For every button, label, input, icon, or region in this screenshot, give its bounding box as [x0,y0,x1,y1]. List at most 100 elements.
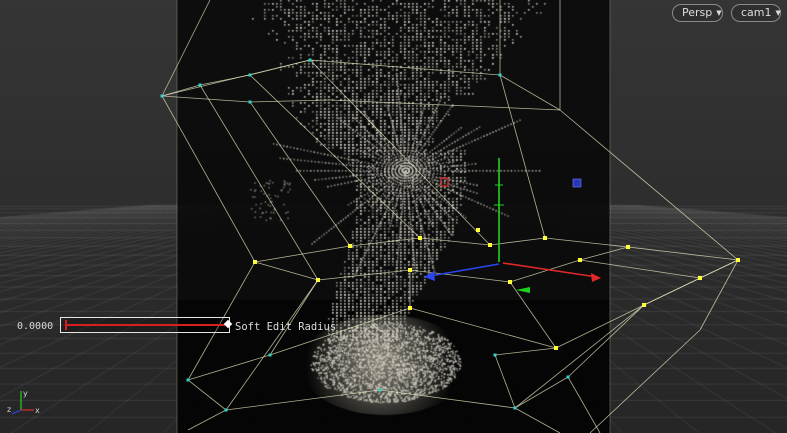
cage-edge [249,101,351,247]
cage-handle-point[interactable] [543,236,547,240]
handle-x-arrow[interactable] [591,273,601,282]
cage-vertex[interactable] [224,408,228,412]
cage-edge [309,59,491,246]
cage-edge [161,95,256,263]
cage-vertex[interactable] [498,73,502,77]
cage-edge [567,304,645,378]
cage-edge [514,407,561,433]
camera-dropdown[interactable]: cam1 ▼ [731,4,781,22]
cage-handle-point[interactable] [488,243,492,247]
cage-vertex[interactable] [160,94,164,98]
cage-edge [309,59,501,76]
cage-handle-point[interactable] [476,228,480,232]
cage-edge [161,84,201,97]
cage-vertex[interactable] [308,58,312,62]
cage-edge [329,99,561,111]
cage-edge [579,259,701,279]
cage-handle-point[interactable] [408,268,412,272]
cage-edge [509,259,581,283]
gizmo-x-label: x [35,406,40,415]
cage-edge [269,279,319,356]
cage-edge [161,0,211,97]
cage-edge [317,269,411,281]
cage-edge [643,277,701,306]
cage-edge [555,304,645,349]
cage-edge [419,237,491,246]
cage-handle-point[interactable] [698,276,702,280]
cage-vertex[interactable] [566,375,570,379]
cage-edge [187,379,227,411]
handle-z-axis[interactable] [429,263,500,277]
cage-edge [699,259,739,331]
cage-vertex[interactable] [513,406,517,410]
axis-gizmo: y x z [7,389,40,415]
cage-edge [199,74,251,86]
cage-handle-point[interactable] [736,258,740,262]
cage-edge [509,281,557,349]
handle-plane-marker[interactable] [572,178,582,188]
cage-handle-point[interactable] [578,258,582,262]
cage-edge [544,237,629,248]
cage-edge [499,74,561,111]
cage-vertex[interactable] [493,353,497,357]
cage-handle-point[interactable] [554,346,558,350]
soft-edit-radius-label: Soft Edit Radius [235,321,337,333]
projection-dropdown[interactable]: Persp ▼ [672,4,723,22]
cage-vertex[interactable] [378,388,382,392]
transform-handle[interactable] [424,158,601,293]
handle-x-axis[interactable] [502,262,598,278]
cage-handle-point[interactable] [508,280,512,284]
cage-vertex[interactable] [248,100,252,104]
chevron-down-icon: ▼ [775,9,781,17]
cage-edge [409,307,557,349]
cage-vertex[interactable] [248,73,252,77]
cage-handle-point[interactable] [316,278,320,282]
cage-edge [627,246,739,261]
3d-viewport[interactable]: Persp ▼ cam1 ▼ 0.0000 Soft Edit Radius y… [0,0,787,433]
cage-edge [249,59,311,76]
cage-edge [499,74,546,239]
lattice-cage [161,0,739,433]
slider-track [66,324,225,326]
cage-edge [579,246,629,261]
cage-vertex[interactable] [268,353,272,357]
cage-edge [349,237,421,247]
cage-edge [249,99,331,103]
cage-edge [225,279,319,411]
viewport-overlay [160,0,741,433]
cage-handle-point[interactable] [408,306,412,310]
cage-edge [567,376,601,433]
cage-edge [161,95,251,103]
camera-label: cam1 [741,6,772,19]
cage-handle-point[interactable] [253,260,257,264]
cage-edge [559,109,739,261]
cage-edge [514,376,569,409]
cage-edge [494,354,516,409]
cage-edge [187,409,227,431]
cage-edge [225,389,381,411]
soft-edit-radius-value: 0.0000 [17,321,54,332]
cage-edge [249,74,421,239]
cage-edge [409,269,511,283]
cage-edge [254,245,351,263]
cage-edge [494,347,557,356]
projection-label: Persp [682,6,713,19]
gizmo-z-axis [11,409,22,415]
chevron-down-icon: ▼ [716,9,722,17]
cage-handle-point[interactable] [418,236,422,240]
cage-handle-point[interactable] [348,244,352,248]
gizmo-y-label: y [23,389,28,398]
cage-handle-point[interactable] [626,245,630,249]
cage-edge [379,389,516,409]
cage-edge [589,329,701,433]
cage-edge [199,84,319,281]
handle-green-arrow[interactable] [516,287,530,293]
handle-pivot-marker[interactable] [440,177,449,187]
cage-handle-point[interactable] [642,303,646,307]
lattice-cage-points[interactable] [160,58,741,412]
soft-edit-radius-slider[interactable] [60,317,233,333]
cage-vertex[interactable] [198,83,202,87]
gizmo-z-label: z [7,405,11,414]
cage-vertex[interactable] [186,378,190,382]
cage-edge [514,304,645,409]
